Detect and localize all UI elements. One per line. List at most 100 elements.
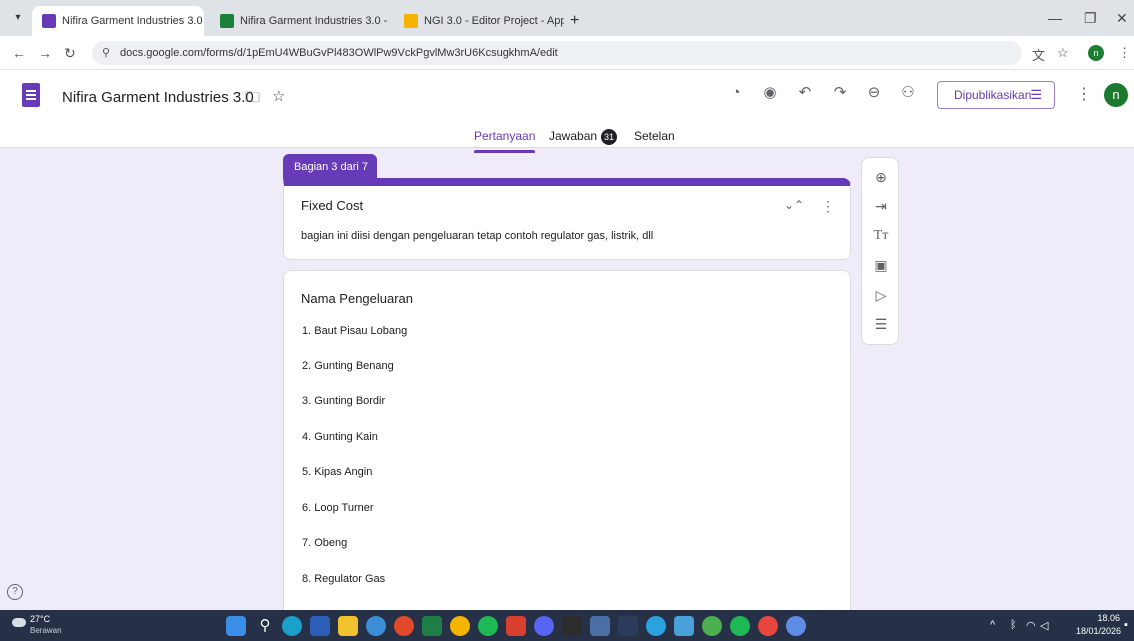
discord-icon[interactable] <box>534 616 554 636</box>
undo-icon[interactable]: ↶ <box>795 83 815 103</box>
back-arrow-icon[interactable]: ← <box>12 45 26 61</box>
section-menu-icon[interactable]: ⋮ <box>821 198 835 215</box>
telegram-icon[interactable] <box>646 616 666 636</box>
app-icon[interactable] <box>618 616 638 636</box>
epic-games-icon[interactable] <box>562 616 582 636</box>
section-title[interactable]: Fixed Cost <box>301 198 363 213</box>
windows-taskbar: 27°C Berawan ⚲ ^ ᛒ ◠ ◁ 18.06 18/01/2026 … <box>0 610 1134 641</box>
close-window-icon[interactable]: ✕ <box>1116 10 1128 27</box>
list-item: 6. Loop Turner <box>302 502 374 514</box>
forms-app-bar: Nifira Garment Industries 3.0 🗀 ☆ ◔ ◉ ↶ … <box>0 70 1134 153</box>
show-hidden-icons-icon[interactable]: ^ <box>990 619 995 631</box>
list-item: 2. Gunting Benang <box>302 360 394 372</box>
new-tab-button[interactable]: + <box>570 12 579 30</box>
add-question-icon[interactable]: ⊕ <box>871 167 891 187</box>
more-options-icon[interactable]: ⋮ <box>1076 84 1092 104</box>
wifi-icon[interactable]: ◠ <box>1026 619 1036 632</box>
start-button-icon[interactable] <box>226 616 246 636</box>
search-icon[interactable]: ⚲ <box>255 616 275 636</box>
chrome-icon[interactable] <box>758 616 778 636</box>
site-info-icon[interactable]: ⚲ <box>102 46 110 59</box>
spotify-icon[interactable] <box>478 616 498 636</box>
browser-tab-bar: ▾ Nifira Garment Industries 3.0 - ✕ Nifi… <box>0 0 1134 36</box>
forward-arrow-icon[interactable]: → <box>38 45 52 61</box>
chrome-icon[interactable] <box>786 616 806 636</box>
tab-title: NGI 3.0 - Editor Project - Apps <box>424 15 564 27</box>
list-item: 4. Gunting Kain <box>302 431 378 443</box>
publish-settings-icon: ☰ <box>1030 87 1042 102</box>
spotify-icon[interactable] <box>730 616 750 636</box>
palette-icon[interactable]: ◔ <box>726 83 746 103</box>
tab-settings[interactable]: Setelan <box>634 129 675 143</box>
app-icon[interactable] <box>702 616 722 636</box>
browser-tab-forms[interactable]: Nifira Garment Industries 3.0 - ✕ <box>32 6 204 36</box>
minimize-icon[interactable]: — <box>1048 10 1062 26</box>
word-icon[interactable] <box>310 616 330 636</box>
tab-search-chevron-icon[interactable]: ▾ <box>10 10 26 26</box>
sheets-icon <box>220 14 234 28</box>
responses-count-badge: 31 <box>601 129 618 145</box>
published-button[interactable]: Dipublikasikan ☰ <box>937 81 1055 109</box>
tab-responses-label: Jawaban <box>549 129 598 143</box>
browser-menu-icon[interactable]: ⋮ <box>1118 45 1131 61</box>
restore-icon[interactable]: ❐ <box>1084 10 1097 27</box>
tab-questions[interactable]: Pertanyaan <box>474 129 536 153</box>
file-explorer-icon[interactable] <box>338 616 358 636</box>
add-title-icon[interactable]: Tт <box>871 226 891 246</box>
weather-description[interactable]: Berawan <box>30 626 62 635</box>
preview-eye-icon[interactable]: ◉ <box>760 83 780 103</box>
star-icon[interactable]: ☆ <box>272 87 285 105</box>
url-input[interactable]: ⚲ docs.google.com/forms/d/1pEmU4WBuGvPl4… <box>92 41 1022 65</box>
add-image-icon[interactable]: ▣ <box>871 255 891 275</box>
reload-icon[interactable]: ↻ <box>64 45 76 62</box>
help-icon[interactable]: ? <box>7 584 23 600</box>
notifications-icon[interactable]: ▪ <box>1124 619 1128 631</box>
question-title: Nama Pengeluaran <box>301 291 414 306</box>
excel-icon[interactable] <box>422 616 442 636</box>
import-questions-icon[interactable]: ⇥ <box>871 196 891 216</box>
tab-responses[interactable]: Jawaban 31 <box>549 129 618 145</box>
document-title[interactable]: Nifira Garment Industries 3.0 <box>62 89 254 106</box>
section-description[interactable]: bagian ini diisi dengan pengeluaran teta… <box>301 230 653 242</box>
section-header-card[interactable]: Fixed Cost ⌄⌃ ⋮ bagian ini diisi dengan … <box>283 178 851 260</box>
link-icon[interactable]: ⊖ <box>864 83 884 103</box>
forms-icon <box>42 14 56 28</box>
photos-icon[interactable] <box>674 616 694 636</box>
add-video-icon[interactable]: ▷ <box>871 285 891 305</box>
section-label: Bagian 3 dari 7 <box>283 154 377 180</box>
browser-profile-avatar[interactable]: n <box>1088 45 1104 61</box>
add-section-icon[interactable]: ☰ <box>871 314 891 334</box>
clock-time[interactable]: 18.06 <box>1082 613 1120 623</box>
browser-tab-sheets[interactable]: Nifira Garment Industries 3.0 - ✕ <box>210 6 390 36</box>
folder-icon[interactable]: 🗀 <box>245 87 260 112</box>
weather-temperature[interactable]: 27°C <box>30 614 50 624</box>
edge-icon[interactable] <box>282 616 302 636</box>
list-item: 5. Kipas Angin <box>302 466 373 478</box>
address-bar: ← → ↻ ⚲ docs.google.com/forms/d/1pEmU4WB… <box>0 36 1134 70</box>
volume-icon[interactable]: ◁ <box>1040 619 1048 632</box>
question-card[interactable]: Nama Pengeluaran 1. Baut Pisau Lobang 2.… <box>283 270 851 610</box>
add-collaborator-icon[interactable]: ⚇ <box>898 83 918 103</box>
tab-title: Nifira Garment Industries 3.0 - <box>240 15 388 27</box>
list-item: 1. Baut Pisau Lobang <box>302 325 408 337</box>
bookmark-star-icon[interactable]: ☆ <box>1057 45 1069 61</box>
chrome-icon[interactable] <box>450 616 470 636</box>
chat-app-icon[interactable] <box>366 616 386 636</box>
apps-script-icon <box>404 14 418 28</box>
side-toolbar: ⊕ ⇥ Tт ▣ ▷ ☰ <box>861 157 899 345</box>
tab-title: Nifira Garment Industries 3.0 - <box>62 15 204 27</box>
translate-icon[interactable]: 文 <box>1032 45 1045 64</box>
app-icon[interactable] <box>506 616 526 636</box>
steam-icon[interactable] <box>590 616 610 636</box>
account-avatar[interactable]: n <box>1104 83 1128 107</box>
collapse-section-icon[interactable]: ⌄⌃ <box>784 198 804 212</box>
powerpoint-icon[interactable] <box>394 616 414 636</box>
cloud-icon <box>12 618 26 627</box>
forms-logo-icon[interactable] <box>22 83 40 107</box>
redo-icon[interactable]: ↷ <box>830 83 850 103</box>
browser-tab-apps-script[interactable]: NGI 3.0 - Editor Project - Apps ✕ <box>394 6 564 36</box>
list-item: 8. Regulator Gas <box>302 573 386 585</box>
url-text: docs.google.com/forms/d/1pEmU4WBuGvPl483… <box>120 47 558 59</box>
bluetooth-icon[interactable]: ᛒ <box>1010 619 1017 631</box>
clock-date[interactable]: 18/01/2026 <box>1061 626 1121 636</box>
